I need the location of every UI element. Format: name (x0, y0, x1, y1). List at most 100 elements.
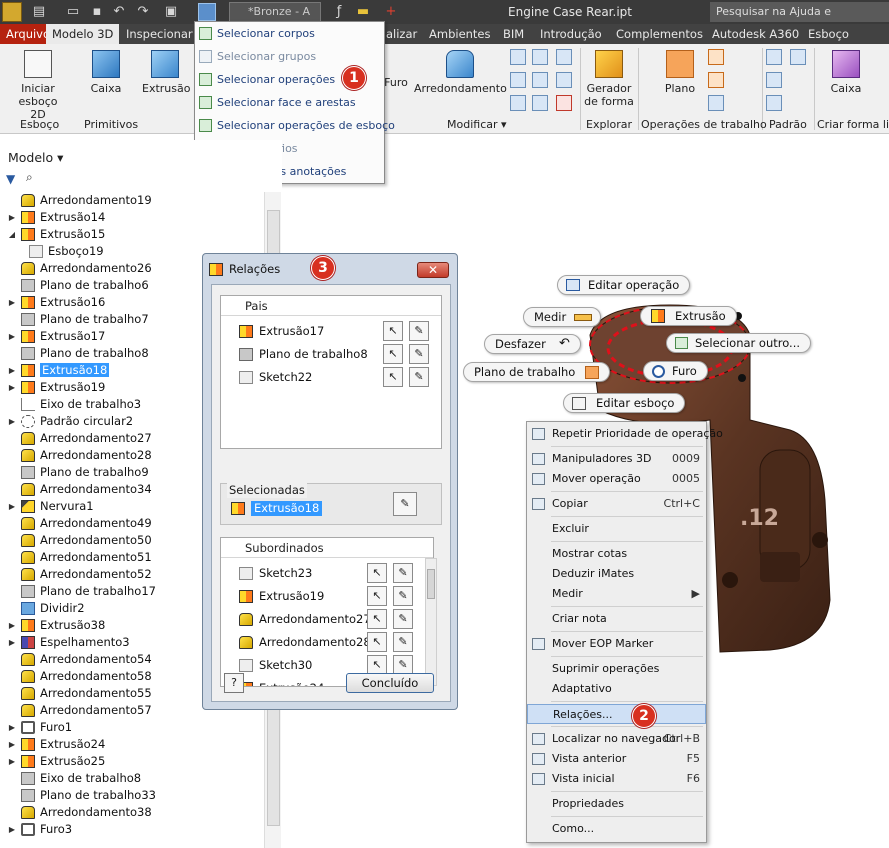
replace-face-icon[interactable] (532, 95, 548, 111)
help-search-input[interactable]: Pesquisar na Ajuda e comandos. (710, 2, 889, 38)
axis-icon[interactable] (708, 49, 724, 65)
edit-feature-row-button[interactable]: ✎ (393, 609, 413, 629)
edit-feature-row-button[interactable]: ✎ (409, 321, 429, 341)
context-menu-item[interactable]: Mostrar cotas (527, 544, 706, 564)
mirror-icon[interactable] (790, 49, 806, 65)
app-logo-icon[interactable] (2, 2, 22, 22)
browser-item[interactable]: Plano de trabalho17 (21, 583, 156, 600)
shell-icon[interactable] (532, 49, 548, 65)
dialog-close-button[interactable]: ✕ (417, 262, 449, 278)
expand-toggle-icon[interactable]: ▶ (7, 498, 17, 515)
dropdown-item[interactable]: Selecionar corpos (195, 23, 384, 45)
tab-sketch[interactable]: Esboço (802, 24, 855, 44)
select-in-model-button[interactable]: ↖ (367, 632, 387, 652)
browser-item[interactable]: Plano de trabalho7 (21, 311, 149, 328)
browser-item[interactable]: ▶ Extrusão24 (9, 736, 105, 753)
browser-item[interactable]: Plano de trabalho33 (21, 787, 156, 804)
relationship-row[interactable]: Extrusão19 ↖ ✎ (221, 585, 433, 608)
select-in-model-button[interactable]: ↖ (383, 321, 403, 341)
expand-toggle-icon[interactable]: ▶ (7, 379, 17, 396)
expand-toggle-icon[interactable]: ▶ (7, 753, 17, 770)
browser-item[interactable]: Arredondamento55 (21, 685, 152, 702)
select-in-model-button[interactable]: ↖ (367, 563, 387, 583)
tab-getting-started[interactable]: Introdução (534, 24, 608, 44)
children-scrollbar[interactable] (425, 558, 437, 686)
shape-generator-button[interactable]: Gerador de forma (584, 50, 634, 108)
edit-feature-row-button[interactable]: ✎ (393, 655, 413, 675)
browser-item[interactable]: Arredondamento50 (21, 532, 152, 549)
measure-button[interactable]: Medir (523, 307, 602, 327)
relationship-row[interactable]: Arredondamento28 ↖ ✎ (221, 631, 433, 654)
browser-item[interactable]: Plano de trabalho9 (21, 464, 149, 481)
context-menu-item[interactable]: Adaptativo (527, 679, 706, 699)
browser-item[interactable]: ▶ Extrusão14 (9, 209, 105, 226)
expand-toggle-icon[interactable]: ▶ (7, 328, 17, 345)
browser-item[interactable]: Arredondamento28 (21, 447, 152, 464)
browser-item[interactable]: Eixo de trabalho3 (21, 396, 141, 413)
fillet-button[interactable]: Arredondamento (414, 50, 507, 95)
browser-item[interactable]: ▶ Extrusão18 (9, 362, 110, 379)
edit-feature-button[interactable]: Editar operação (557, 275, 691, 295)
selected-edit-button[interactable]: ✎ (393, 492, 417, 516)
browser-item[interactable]: Arredondamento19 (21, 192, 152, 209)
browser-item[interactable]: Esboço19 (29, 243, 104, 260)
selection-filter-icon[interactable] (198, 3, 216, 21)
group-modify[interactable]: Modificar ▾ (447, 118, 507, 131)
browser-item[interactable]: Arredondamento27 (21, 430, 152, 447)
tab-add-ins[interactable]: Complementos (610, 24, 709, 44)
tab-environments[interactable]: Ambientes (423, 24, 497, 44)
context-menu-item[interactable]: Vista inicial F6 (527, 769, 706, 789)
redo-icon[interactable]: ↷ (134, 3, 152, 21)
tab-inspect[interactable]: Inspecionar (120, 24, 199, 44)
browser-item[interactable]: Plano de trabalho8 (21, 345, 149, 362)
browser-item[interactable]: ▶ Padrão circular2 (9, 413, 133, 430)
browser-item[interactable]: ▶ Extrusão25 (9, 753, 105, 770)
point-icon[interactable] (708, 72, 724, 88)
browser-item[interactable]: Arredondamento26 (21, 260, 152, 277)
selected-item[interactable]: Extrusão18 (251, 501, 323, 516)
context-menu-item[interactable]: Repetir Prioridade de operação (527, 424, 723, 444)
sketch-pattern-icon[interactable] (766, 95, 782, 111)
extrude-button[interactable]: Extrusão (142, 50, 190, 95)
expand-toggle-icon[interactable]: ▶ (7, 719, 17, 736)
relationship-row[interactable]: Arredondamento27 ↖ ✎ (221, 608, 433, 631)
dropdown-item[interactable]: Selecionar grupos (195, 46, 384, 68)
context-menu-item[interactable]: Suprimir operações (527, 659, 706, 679)
browser-item[interactable]: Arredondamento57 (21, 702, 152, 719)
context-menu-item[interactable]: Medir ▶ (527, 584, 706, 604)
edit-feature-row-button[interactable]: ✎ (393, 632, 413, 652)
tab-3d-model[interactable]: Modelo 3D (46, 24, 120, 44)
context-menu-item[interactable]: Mover operação 0005 (527, 469, 706, 489)
help-button[interactable]: ? (224, 673, 244, 693)
browser-item[interactable]: ▶ Furo3 (9, 821, 72, 838)
browser-item[interactable]: Arredondamento51 (21, 549, 152, 566)
browser-item[interactable]: Arredondamento49 (21, 515, 152, 532)
browser-item[interactable]: ◢ Extrusão15 (9, 226, 105, 243)
open-icon[interactable]: ▭ (64, 3, 82, 21)
browser-item[interactable]: Dividir2 (21, 600, 85, 617)
find-icon[interactable]: ⌕ (26, 170, 33, 185)
context-menu-item[interactable]: Vista anterior F5 (527, 749, 706, 769)
new-file-icon[interactable]: ▤ (30, 3, 48, 21)
expand-toggle-icon[interactable]: ▶ (7, 413, 17, 430)
select-in-model-button[interactable]: ↖ (383, 367, 403, 387)
edit-feature-row-button[interactable]: ✎ (393, 563, 413, 583)
dropdown-item[interactable]: Selecionar operações de esboço (195, 115, 395, 137)
context-menu-item[interactable]: Excluir (527, 519, 706, 539)
undo-icon[interactable]: ↶ (110, 3, 128, 21)
start-sketch-button[interactable]: Iniciar esboço 2D (10, 50, 66, 121)
work-plane-button[interactable]: Plano de trabalho (463, 362, 611, 382)
dropdown-item[interactable]: Selecionar face e arestas (195, 92, 384, 114)
browser-item[interactable]: Plano de trabalho6 (21, 277, 149, 294)
context-menu-item[interactable]: Mover EOP Marker (527, 634, 706, 654)
chamfer-icon[interactable] (510, 49, 526, 65)
browser-item[interactable]: ▶ Nervura1 (9, 498, 94, 515)
context-menu-item[interactable]: Propriedades (527, 794, 706, 814)
browser-item[interactable]: Arredondamento52 (21, 566, 152, 583)
expand-toggle-icon[interactable]: ▶ (7, 617, 17, 634)
browser-title[interactable]: Modelo ▾ (8, 150, 63, 165)
rectangular-pattern-icon[interactable] (766, 49, 782, 65)
expand-toggle-icon[interactable]: ▶ (7, 294, 17, 311)
context-menu-item[interactable]: Localizar no navegador Ctrl+B (527, 729, 706, 749)
ucs-icon[interactable] (708, 95, 724, 111)
